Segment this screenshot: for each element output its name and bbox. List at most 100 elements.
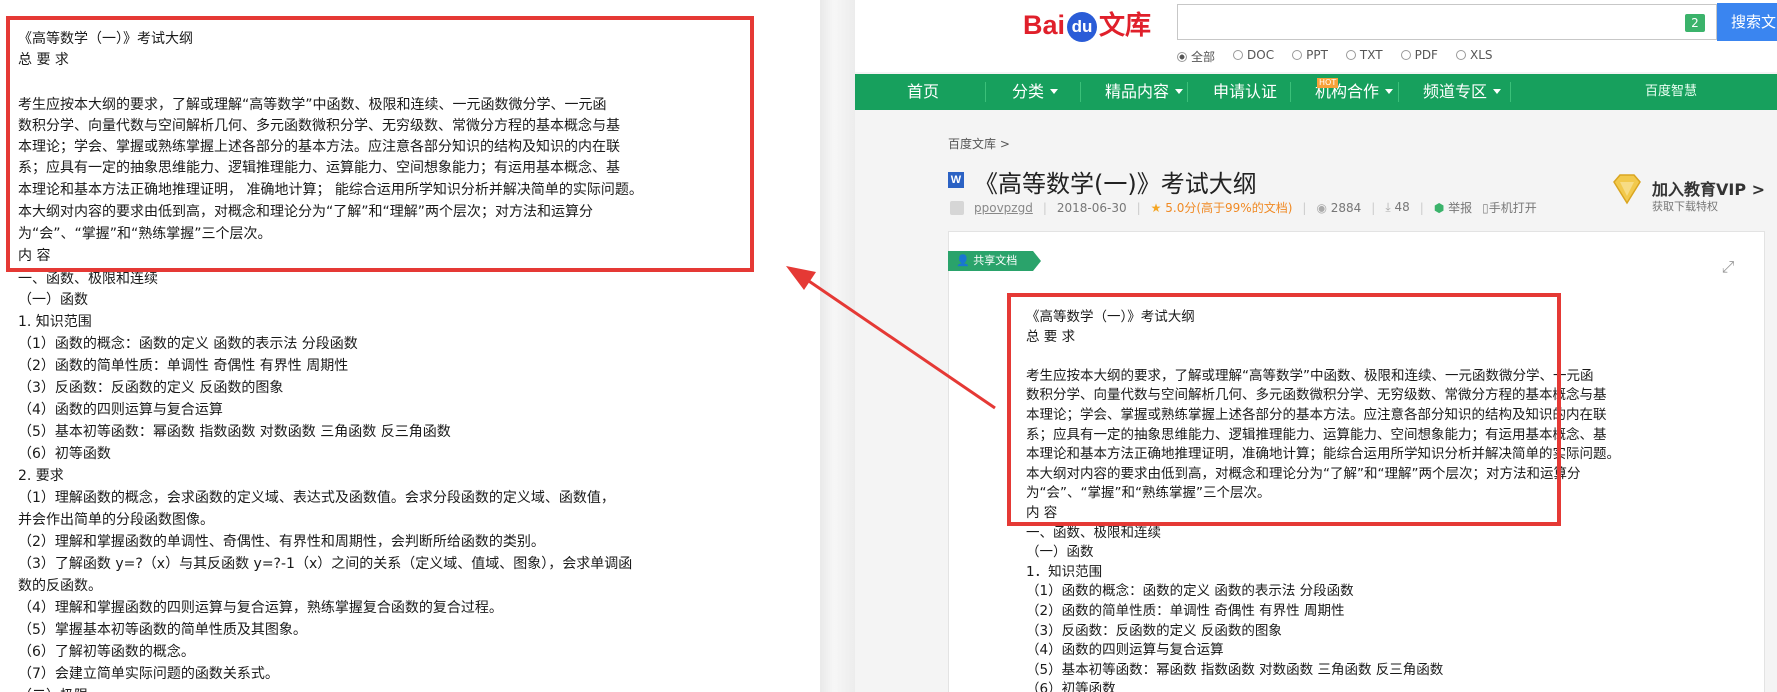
chevron-down-icon xyxy=(1493,89,1502,94)
file-type-filters: 全部 DOC PPT TXT PDF XLS xyxy=(1177,48,1493,64)
hot-badge: HOT xyxy=(1317,78,1339,88)
nav-separator xyxy=(985,82,986,102)
chevron-down-icon xyxy=(1050,89,1059,94)
diamond-icon xyxy=(1613,174,1641,205)
filter-option[interactable]: PDF xyxy=(1400,48,1438,64)
phone-icon: ▯ xyxy=(1482,201,1489,215)
chevron-down-icon xyxy=(1385,89,1394,94)
nav-separator xyxy=(1510,82,1511,102)
doc-line: （一）函数 xyxy=(18,292,88,308)
doc-line: 并会作出简单的分段函数图像。 xyxy=(18,512,214,528)
filter-option[interactable]: PPT xyxy=(1292,48,1328,64)
doc-line: （5）基本初等函数：幂函数 指数函数 对数函数 三角函数 反三角函数 xyxy=(1026,661,1444,678)
doc-line: （4）函数的四则运算与复合运算 xyxy=(18,402,223,418)
doc-line: （1）函数的概念：函数的定义 函数的表示法 分段函数 xyxy=(1026,583,1354,600)
upload-date: 2018-06-30 xyxy=(1056,200,1127,215)
download-count: 48 xyxy=(1394,200,1410,214)
doc-line: （2）函数的简单性质：单调性 奇偶性 有界性 周期性 xyxy=(1026,603,1345,619)
logo-wenku: 文库 xyxy=(1099,10,1152,40)
filter-label: 全部 xyxy=(1191,50,1216,64)
page-title: 《高等数学(一)》考试大纲 xyxy=(974,170,1257,198)
wenku-page: Bai du 文库 2 搜索文 全部 DOC PPT TXT PDF XLS 首页 分类 精品内容… xyxy=(855,0,1777,692)
doc-line: （7）会建立简单实际问题的函数关系式。 xyxy=(18,666,279,682)
star-icon: ★ xyxy=(1150,201,1162,215)
doc-line: 1．知识范围 xyxy=(1026,563,1103,580)
doc-line: （6）初等函数 xyxy=(18,446,111,462)
doc-line: （6）初等函数 xyxy=(1026,681,1116,692)
doc-line: （3）反函数：反函数的定义 反函数的图象 xyxy=(1026,622,1282,639)
shared-doc-label: 共享文档 xyxy=(973,254,1018,267)
nav-label: 百度智慧 xyxy=(1645,84,1698,99)
radio-icon xyxy=(1292,50,1303,60)
doc-line: 一、函数、极限和连续 xyxy=(1026,524,1161,541)
shield-icon: ⬢ xyxy=(1433,201,1445,215)
pane-divider xyxy=(820,0,855,692)
doc-line: （5）基本初等函数：幂函数 指数函数 对数函数 三角函数 反三角函数 xyxy=(18,424,451,440)
filter-option[interactable]: DOC xyxy=(1233,48,1274,64)
search-count-badge: 2 xyxy=(1685,14,1705,32)
nav-label: 申请认证 xyxy=(1213,82,1278,101)
nav-separator xyxy=(1187,82,1188,102)
radio-icon xyxy=(1345,50,1356,60)
meta-separator: | xyxy=(1042,200,1047,215)
radio-icon xyxy=(1400,50,1411,60)
download-icon: ⤓ xyxy=(1385,200,1391,214)
doc-line: （一）函数 xyxy=(1026,544,1094,561)
doc-line: （4）理解和掌握函数的四则运算与复合运算，熟练掌握复合函数的复合过程。 xyxy=(18,600,503,616)
right-highlight-box xyxy=(1007,293,1561,526)
report-button[interactable]: ⬢ 举报 xyxy=(1434,199,1472,216)
radio-icon xyxy=(1233,50,1244,60)
radio-icon xyxy=(1455,50,1466,60)
left-highlight-box xyxy=(6,16,754,272)
doc-line: 2. 要求 xyxy=(18,468,64,484)
chevron-down-icon xyxy=(1175,89,1184,94)
nav-separator xyxy=(1398,82,1399,102)
baidu-wenku-logo[interactable]: Bai du 文库 xyxy=(1023,8,1151,42)
doc-line: （2）函数的简单性质：单调性 奇偶性 有界性 周期性 xyxy=(18,358,349,374)
nav-item[interactable]: 申请认证 xyxy=(1213,74,1277,110)
filter-label: DOC xyxy=(1247,48,1275,62)
nav-label: 首页 xyxy=(907,82,940,101)
nav-item[interactable]: 分类 xyxy=(1012,74,1059,110)
radio-icon xyxy=(1177,52,1187,62)
filter-label: PPT xyxy=(1306,48,1328,62)
doc-line: （6）了解初等函数的概念。 xyxy=(18,644,195,660)
nav-item[interactable]: 百度智慧 xyxy=(1645,74,1697,110)
nav-item[interactable]: 频道专区 xyxy=(1423,74,1502,110)
phone-open-button[interactable]: ▯手机打开 xyxy=(1482,199,1537,216)
user-icon: 👤 xyxy=(956,254,970,267)
nav-item[interactable]: 首页 xyxy=(907,74,939,110)
author-link[interactable]: ppovpzgd xyxy=(974,201,1033,215)
shared-doc-badge: 👤 共享文档 xyxy=(948,251,1042,271)
vip-title: 加入教育VIP > xyxy=(1652,180,1766,199)
nav-label: 频道专区 xyxy=(1423,82,1488,101)
filter-label: TXT xyxy=(1359,48,1383,62)
search-input[interactable] xyxy=(1177,4,1717,40)
meta-separator: | xyxy=(1302,200,1307,215)
doc-line: （二）极限 xyxy=(18,687,88,692)
fullscreen-icon[interactable]: ⤢ xyxy=(1719,258,1737,276)
main-nav: 首页 分类 精品内容 申请认证 机构合作 频道专区 百度智慧 HOT xyxy=(855,74,1777,110)
doc-line: 一、函数、极限和连续 xyxy=(18,271,158,287)
meta-separator: | xyxy=(1371,200,1376,215)
word-doc-icon: W xyxy=(948,172,964,188)
search-button[interactable]: 搜索文 xyxy=(1717,3,1777,41)
filter-option[interactable]: XLS xyxy=(1455,48,1493,64)
doc-line: （4）函数的四则运算与复合运算 xyxy=(1026,642,1224,659)
nav-item[interactable]: 精品内容 xyxy=(1105,74,1184,110)
filter-option[interactable]: TXT xyxy=(1345,48,1383,64)
logo-paw-du: du xyxy=(1067,11,1098,42)
filter-label: PDF xyxy=(1414,48,1438,62)
filter-option[interactable]: 全部 xyxy=(1177,48,1215,64)
breadcrumb[interactable]: 百度文库 > xyxy=(948,135,1010,152)
nav-separator xyxy=(1290,82,1291,102)
rating-text: 5.0分(高于99%的文档) xyxy=(1165,201,1293,215)
doc-line: （1）理解函数的概念，会求函数的定义域、表达式及函数值。会求分段函数的定义域、函… xyxy=(18,490,615,506)
doc-line: 1. 知识范围 xyxy=(18,314,92,330)
doc-line: （2）理解和掌握函数的单调性、奇偶性、有界性和周期性，会判断所给函数的类别。 xyxy=(18,534,545,550)
nav-separator xyxy=(1080,82,1081,102)
vip-subtitle: 获取下载特权 xyxy=(1652,200,1718,213)
meta-separator: | xyxy=(1419,200,1424,215)
doc-line: 数的反函数。 xyxy=(18,578,102,594)
eye-icon: ◉ xyxy=(1316,200,1327,215)
